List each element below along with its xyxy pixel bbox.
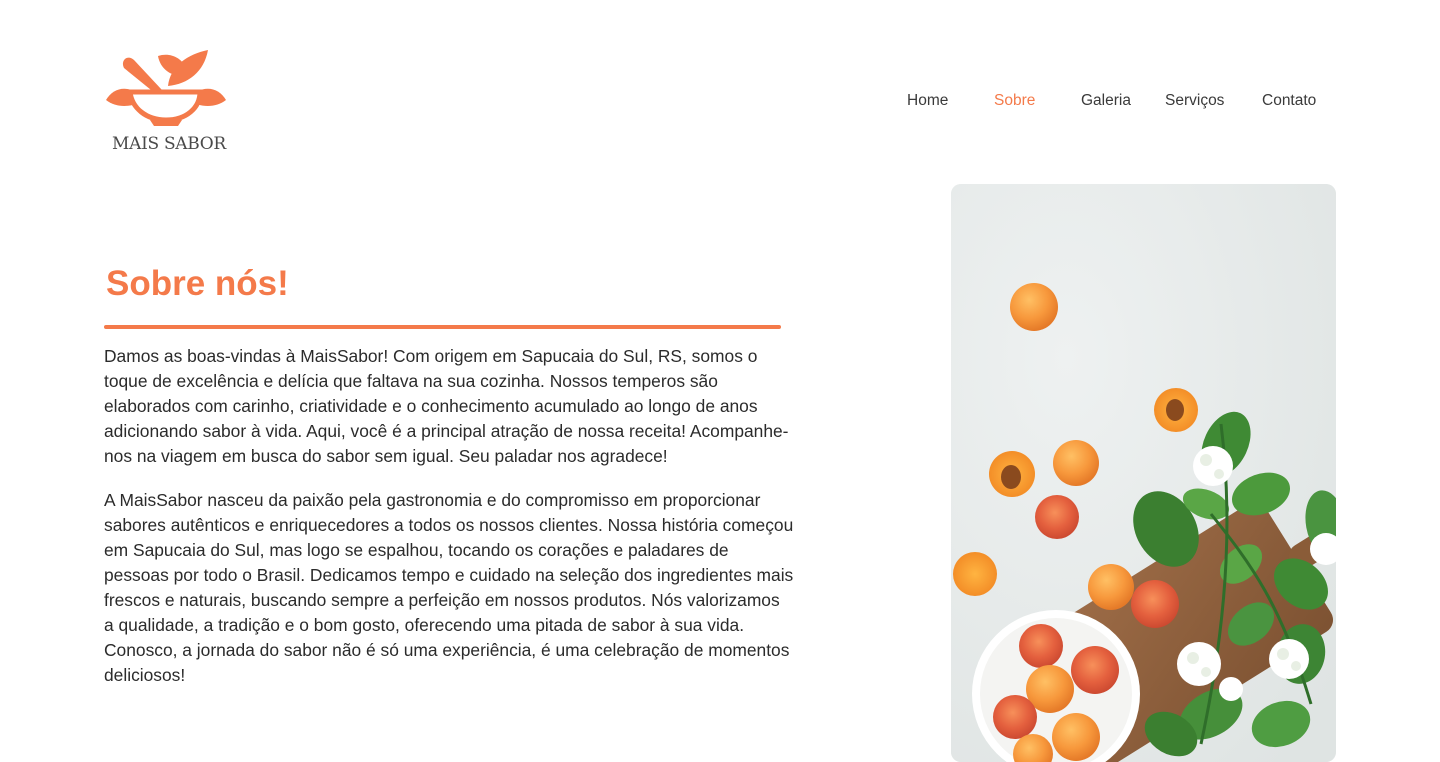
nav-item-contato[interactable]: Contato (1262, 92, 1316, 110)
nav-item-galeria[interactable]: Galeria (1081, 92, 1131, 110)
nav-item-sobre[interactable]: Sobre (994, 92, 1035, 110)
page: MAIS SABOR Home Sobre Galeria Serviços C… (0, 0, 1440, 762)
apricots-photo (951, 184, 1336, 762)
nav-item-servicos[interactable]: Serviços (1165, 92, 1224, 110)
page-title: Sobre nós! (106, 264, 289, 303)
about-paragraph-1: Damos as boas-vindas à MaisSabor! Com or… (104, 346, 789, 466)
nav-item-home[interactable]: Home (907, 92, 948, 110)
main-nav: Home Sobre Galeria Serviços Contato (0, 92, 1440, 112)
about-paragraph-2: A MaisSabor nasceu da paixão pela gastro… (104, 490, 794, 685)
title-divider (104, 325, 781, 329)
mortar-and-pestle-with-leaves-logo (106, 50, 226, 126)
brand-name: MAIS SABOR (112, 134, 226, 154)
